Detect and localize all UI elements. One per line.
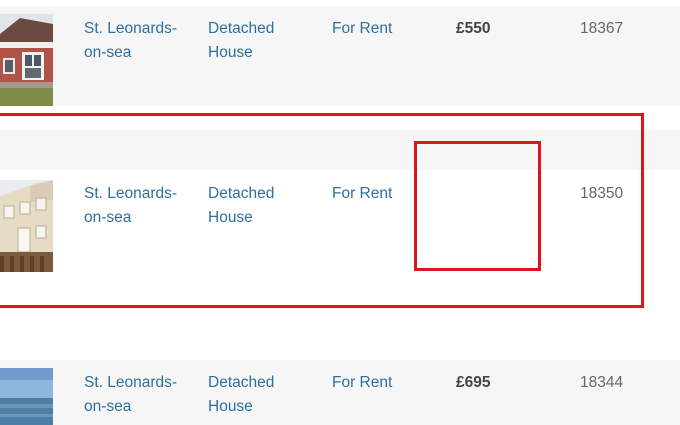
property-photo-18367[interactable]: [0, 14, 53, 106]
empty-row: [0, 130, 680, 170]
status-link-18350[interactable]: For Rent: [332, 182, 392, 206]
town-line-1: St. Leonards-: [84, 374, 178, 391]
type-line-1: Detached: [208, 374, 275, 391]
status-link-18367[interactable]: For Rent: [332, 17, 392, 41]
price-18367: £550: [456, 20, 491, 37]
town-line-2: on-sea: [84, 44, 132, 61]
type-link-18367[interactable]: Detached House: [208, 17, 274, 65]
ref-18344: 18344: [580, 374, 624, 391]
type-line-2: House: [208, 209, 253, 226]
type-line-1: Detached: [208, 185, 275, 202]
town-line-1: St. Leonards-: [84, 185, 178, 202]
type-line-2: House: [208, 44, 253, 61]
property-photo-18350[interactable]: [0, 180, 53, 272]
town-link-18367[interactable]: St. Leonards- on-sea: [84, 17, 177, 65]
town-line-2: on-sea: [84, 398, 132, 415]
ref-18367: 18367: [580, 20, 624, 37]
type-link-18344[interactable]: Detached House: [208, 371, 274, 419]
town-link-18350[interactable]: St. Leonards- on-sea: [84, 182, 177, 230]
type-link-18350[interactable]: Detached House: [208, 182, 274, 230]
status-link-18344[interactable]: For Rent: [332, 371, 392, 395]
town-link-18344[interactable]: St. Leonards- on-sea: [84, 371, 177, 419]
property-photo-18344[interactable]: [0, 368, 53, 425]
ref-18350: 18350: [580, 185, 624, 202]
property-listings-page: St. Leonards- on-sea Detached House For …: [0, 0, 680, 425]
type-line-2: House: [208, 398, 253, 415]
price-18344: £695: [456, 374, 491, 391]
town-line-1: St. Leonards-: [84, 20, 178, 37]
town-line-2: on-sea: [84, 209, 132, 226]
type-line-1: Detached: [208, 20, 275, 37]
